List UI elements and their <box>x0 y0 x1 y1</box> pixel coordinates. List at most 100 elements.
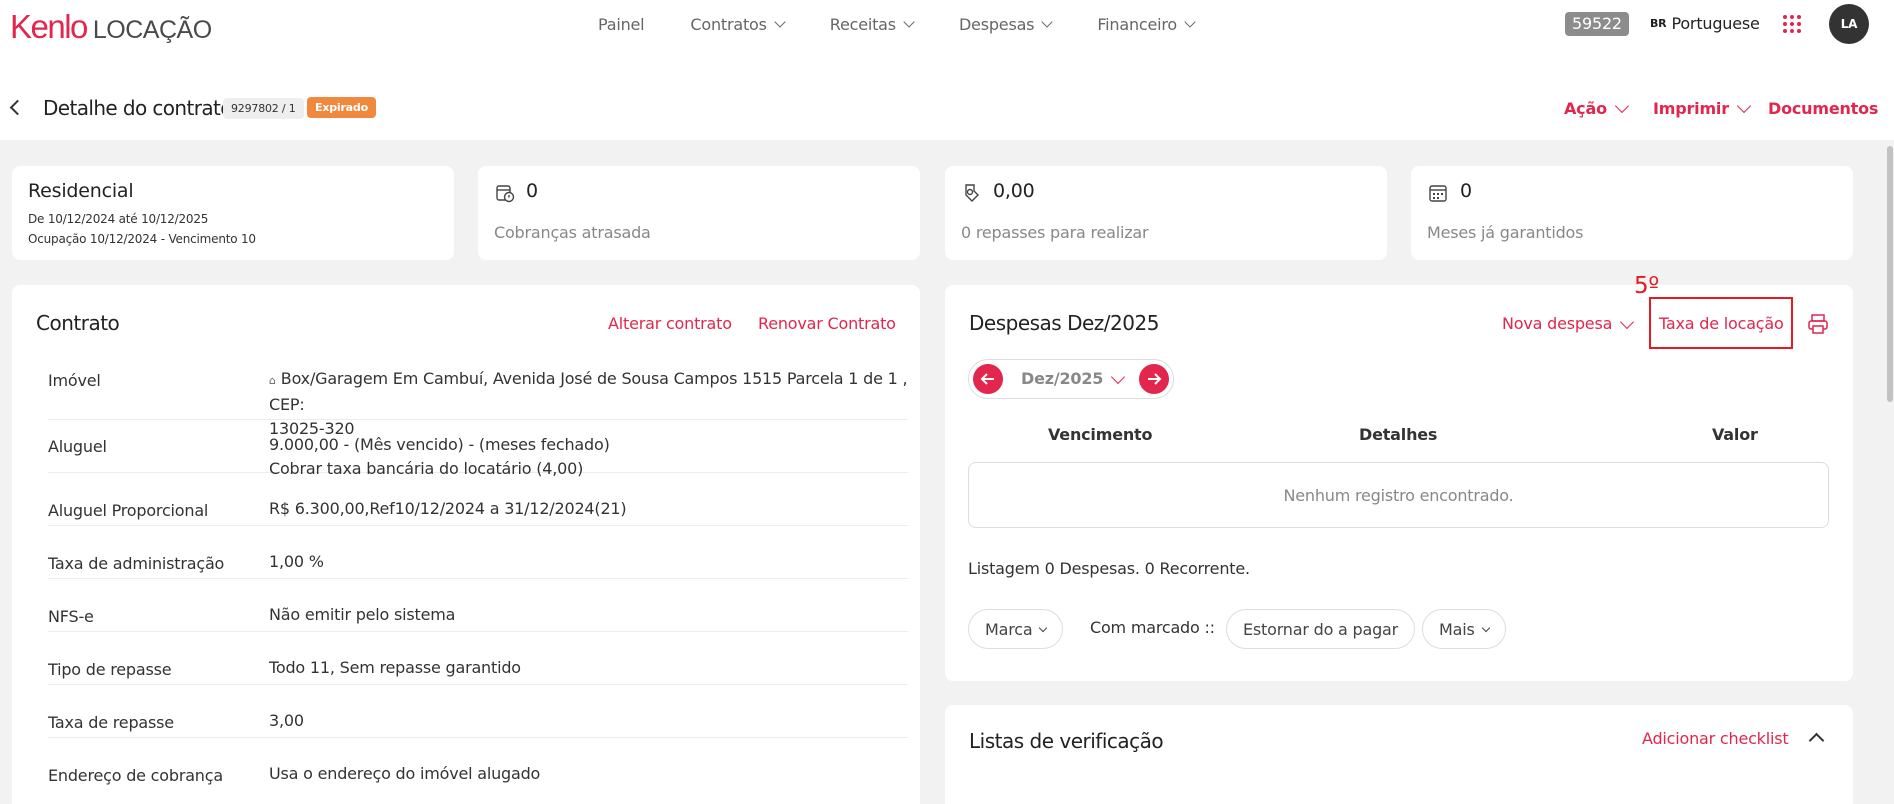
printer-icon[interactable] <box>1807 313 1829 335</box>
acao-label: Ação <box>1564 99 1607 118</box>
contract-type: Residencial <box>28 180 134 202</box>
row-value: Todo 11, Sem repasse garantido <box>269 658 521 677</box>
nav-label: Receitas <box>829 14 896 34</box>
row-label: Tipo de repasse <box>48 660 172 679</box>
acao-dropdown[interactable]: Ação <box>1564 98 1629 118</box>
nav-financeiro[interactable]: Financeiro <box>1097 12 1196 36</box>
mark-label: Marca <box>985 619 1033 639</box>
previous-month-button[interactable] <box>973 364 1003 394</box>
new-expense-label: Nova despesa <box>1502 314 1613 333</box>
nav-despesas[interactable]: Despesas <box>958 12 1053 36</box>
chevron-down-icon <box>1184 16 1196 28</box>
calendar-icon <box>1429 185 1447 202</box>
flag-br-icon: BR <box>1650 17 1667 30</box>
home-icon: ⌂ <box>269 374 276 387</box>
scrollbar[interactable] <box>1886 140 1894 804</box>
nav-receitas[interactable]: Receitas <box>829 12 915 36</box>
row-aluguel: Aluguel 9.000,00 - (Mês vencido) - (mese… <box>48 420 908 478</box>
property-address: Box/Garagem Em Cambuí, Avenida José de S… <box>269 369 908 414</box>
language-selector[interactable]: BR Portuguese <box>1650 14 1760 33</box>
with-marked-label: Com marcado :: <box>1090 618 1215 637</box>
row-label: Taxa de administração <box>48 554 225 573</box>
row-label: Endereço de cobrança <box>48 766 223 785</box>
row-taxa-administracao: Taxa de administração 1,00 % <box>48 526 908 579</box>
row-value: Não emitir pelo sistema <box>269 605 456 624</box>
next-month-button[interactable] <box>1139 364 1169 394</box>
apps-grid-icon[interactable] <box>1783 15 1801 33</box>
contract-card: Contrato Alterar contrato Renovar Contra… <box>12 285 920 804</box>
row-imovel: Imóvel ⌂ Box/Garagem Em Cambuí, Avenida J… <box>48 369 908 438</box>
imprimir-dropdown[interactable]: Imprimir <box>1653 98 1751 118</box>
row-label: Aluguel <box>48 437 107 456</box>
chevron-down-icon <box>774 16 786 28</box>
chevron-down-icon <box>1041 16 1053 28</box>
chevron-up-icon[interactable] <box>1808 732 1825 749</box>
main-nav: Painel Contratos Receitas Despesas Finan… <box>598 12 1240 36</box>
overdue-billing-icon <box>496 185 515 203</box>
guaranteed-months-card <box>1411 166 1853 260</box>
chevron-down-icon <box>903 16 915 28</box>
logo-brand: Kenlo <box>10 8 88 45</box>
empty-state: Nenhum registro encontrado. <box>968 462 1829 528</box>
month-navigator: Dez/2025 <box>968 359 1174 399</box>
row-label: NFS-e <box>48 607 94 626</box>
nav-label: Financeiro <box>1097 14 1178 34</box>
transfers-label: 0 repasses para realizar <box>961 223 1149 242</box>
logo-subtitle: LOCAÇÃO <box>92 16 212 44</box>
more-dropdown[interactable]: Mais <box>1422 609 1506 649</box>
col-detalhes[interactable]: Detalhes <box>1359 425 1437 444</box>
status-badge: Expirado <box>307 97 376 118</box>
more-label: Mais <box>1439 619 1475 639</box>
overdue-label: Cobranças atrasada <box>494 223 651 242</box>
reverse-payable-button[interactable]: Estornar do a pagar <box>1226 609 1416 649</box>
chevron-down-icon[interactable] <box>1110 369 1126 385</box>
annotation-step-label: 5º <box>1634 273 1660 299</box>
row-label: Imóvel <box>48 371 101 390</box>
avatar[interactable]: LA <box>1829 4 1869 44</box>
transfer-icon <box>965 184 979 202</box>
new-expense-dropdown[interactable]: Nova despesa <box>1502 314 1635 333</box>
rental-fee-link[interactable]: Taxa de locação <box>1659 314 1784 333</box>
documentos-link[interactable]: Documentos <box>1768 99 1878 118</box>
kenlo-logo[interactable]: Kenlo LOCAÇÃO <box>10 8 212 46</box>
checklists-card: Listas de verificação Adicionar checklis… <box>945 705 1853 804</box>
nav-contratos[interactable]: Contratos <box>690 12 786 36</box>
guaranteed-months-value: 0 <box>1460 180 1472 202</box>
nav-label: Contratos <box>690 14 767 34</box>
row-value: 1,00 % <box>269 552 324 571</box>
arrow-right-icon <box>1148 373 1162 385</box>
col-vencimento[interactable]: Vencimento <box>1048 425 1152 444</box>
checklists-title: Listas de verificação <box>969 729 1164 753</box>
col-valor[interactable]: Valor <box>1712 425 1758 444</box>
row-value: 3,00 <box>269 711 304 730</box>
row-tipo-repasse: Tipo de repasse Todo 11, Sem repasse gar… <box>48 632 908 685</box>
account-code-badge[interactable]: 59522 <box>1565 12 1629 36</box>
contract-period: De 10/12/2024 até 10/12/2025 <box>28 212 209 226</box>
contract-type-card: Residencial De 10/12/2024 até 10/12/2025… <box>12 166 454 260</box>
month-label[interactable]: Dez/2025 <box>1021 369 1103 388</box>
row-taxa-repasse: Taxa de repasse 3,00 <box>48 685 908 738</box>
add-checklist-link[interactable]: Adicionar checklist <box>1642 729 1789 748</box>
arrow-left-icon <box>980 373 994 385</box>
nav-label: Painel <box>598 14 645 34</box>
row-aluguel-proporcional: Aluguel Proporcional R$ 6.300,00,Ref10/1… <box>48 473 908 526</box>
chevron-down-icon <box>1481 623 1490 632</box>
chevron-down-icon <box>1039 623 1048 632</box>
renew-contract-link[interactable]: Renovar Contrato <box>758 314 896 333</box>
row-nfse: NFS-e Não emitir pelo sistema <box>48 579 908 632</box>
mark-dropdown[interactable]: Marca <box>968 609 1064 649</box>
row-label: Aluguel Proporcional <box>48 501 209 520</box>
overdue-count: 0 <box>526 180 538 202</box>
nav-label: Despesas <box>958 14 1035 34</box>
chevron-down-icon <box>1736 98 1751 114</box>
rent-value: 9.000,00 - (Mês vencido) - (meses fechad… <box>269 435 610 454</box>
row-label: Taxa de repasse <box>48 713 174 732</box>
expenses-title: Despesas Dez/2025 <box>969 311 1159 335</box>
imprimir-label: Imprimir <box>1653 99 1729 118</box>
alter-contract-link[interactable]: Alterar contrato <box>608 314 732 333</box>
scrollbar-thumb[interactable] <box>1887 146 1893 402</box>
row-value: R$ 6.300,00,Ref10/12/2024 a 31/12/2024(2… <box>269 499 627 518</box>
language-label: Portuguese <box>1671 14 1760 33</box>
nav-painel[interactable]: Painel <box>598 12 645 36</box>
row-value: Usa o endereço do imóvel alugado <box>269 764 541 783</box>
